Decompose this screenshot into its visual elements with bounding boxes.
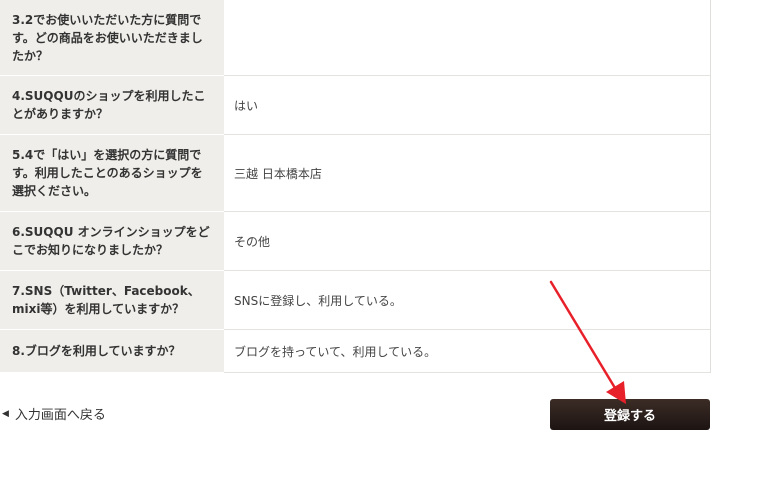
question-label: 4.SUQQUのショップを利用したことがありますか？ [0,76,224,134]
question-label: 3.2でお使いいただいた方に質問です。どの商品をお使いいただきましたか？ [0,0,224,75]
table-row: 5.4で「はい」を選択の方に質問です。利用したことのあるショップを選択ください。… [0,135,710,212]
answer-value: 三越 日本橋本店 [234,166,322,181]
answer-value [224,0,710,75]
question-label: 6.SUQQU オンラインショップをどこでお知りになりましたか？ [0,212,224,270]
confirmation-page: 3.2でお使いいただいた方に質問です。どの商品をお使いいただきましたか？ 4.S… [0,0,767,499]
answer-value: ブログを持っていて、利用している。 [234,344,437,359]
question-label: 5.4で「はい」を選択の方に質問です。利用したことのあるショップを選択ください。 [0,135,224,211]
question-label: 8.ブログを利用していますか？ [0,330,224,372]
survey-confirmation-table: 3.2でお使いいただいた方に質問です。どの商品をお使いいただきましたか？ 4.S… [0,0,711,373]
table-row: 6.SUQQU オンラインショップをどこでお知りになりましたか？ その他 [0,212,710,271]
table-row: 3.2でお使いいただいた方に質問です。どの商品をお使いいただきましたか？ [0,0,710,76]
answer-value: SNSに登録し、利用している。 [234,293,402,308]
table-row: 8.ブログを利用していますか？ ブログを持っていて、利用している。 [0,330,710,373]
answer-value: その他 [234,234,271,249]
table-row: 7.SNS（Twitter、Facebook、mixi等）を利用していますか？ … [0,271,710,330]
question-label: 7.SNS（Twitter、Facebook、mixi等）を利用していますか？ [0,271,224,329]
answer-value: はい [234,98,259,113]
table-row: 4.SUQQUのショップを利用したことがありますか？ はい [0,76,710,135]
back-link-label: 入力画面へ戻る [14,408,106,423]
triangle-left-icon: ◀ [2,408,9,419]
back-to-input-link[interactable]: ◀ 入力画面へ戻る [2,404,106,423]
register-button[interactable]: 登録する [550,399,710,430]
